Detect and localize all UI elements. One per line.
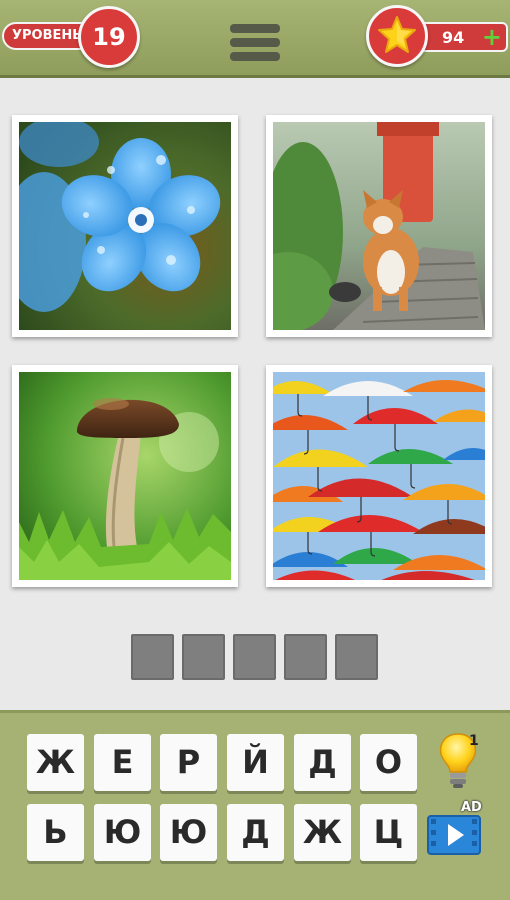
letter-key[interactable]: Ж <box>294 804 351 861</box>
picture-tile-4[interactable] <box>266 365 492 587</box>
letter-key[interactable]: Р <box>160 734 217 791</box>
top-bar: УРОВЕНЬ 19 94 + <box>0 0 510 78</box>
letter-key[interactable]: Ж <box>27 734 84 791</box>
add-coins-plus-icon[interactable]: + <box>482 23 502 51</box>
hint-count: 1 <box>469 733 479 749</box>
letter-key[interactable]: Ю <box>160 804 217 861</box>
forget-me-not-flower-picture <box>19 122 231 330</box>
answer-slot[interactable] <box>131 634 174 680</box>
colorful-umbrellas-picture <box>273 372 485 580</box>
letter-key[interactable]: Д <box>294 734 351 791</box>
star-icon <box>378 16 416 53</box>
letter-key[interactable]: Ь <box>27 804 84 861</box>
letter-key[interactable]: Ц <box>360 804 417 861</box>
letter-key[interactable]: О <box>360 734 417 791</box>
answer-slot[interactable] <box>335 634 378 680</box>
mushroom-picture <box>19 372 231 580</box>
picture-tile-2[interactable] <box>266 115 492 337</box>
level-number: 19 <box>92 23 126 51</box>
level-number-badge: 19 <box>78 6 140 68</box>
letter-key[interactable]: Д <box>227 804 284 861</box>
answer-slot[interactable] <box>284 634 327 680</box>
answer-slot[interactable] <box>233 634 276 680</box>
level-label: УРОВЕНЬ <box>12 28 83 43</box>
dog-in-rain-picture <box>273 122 485 330</box>
letter-key[interactable]: Е <box>94 734 151 791</box>
picture-tile-1[interactable] <box>12 115 238 337</box>
ad-badge: AD <box>461 800 482 815</box>
hint-button[interactable] <box>437 732 487 792</box>
picture-tile-3[interactable] <box>12 365 238 587</box>
answer-slots <box>131 634 386 682</box>
letter-key[interactable]: Ю <box>94 804 151 861</box>
answer-slot[interactable] <box>182 634 225 680</box>
hamburger-menu-icon[interactable] <box>230 24 280 66</box>
star-badge[interactable] <box>366 5 428 67</box>
letter-key[interactable]: Й <box>227 734 284 791</box>
coins-count: 94 <box>442 28 465 47</box>
